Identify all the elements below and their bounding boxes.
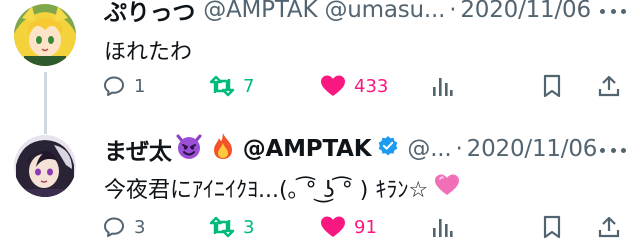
reply-icon	[104, 217, 124, 237]
handle[interactable]: @AMPTAK @umasu...	[203, 0, 445, 23]
share-button[interactable]	[598, 212, 620, 240]
reply-button[interactable]: 3	[102, 212, 145, 240]
pink-heart-emoji-icon	[434, 173, 460, 203]
views-button[interactable]	[431, 71, 453, 101]
reply-icon	[104, 76, 124, 96]
fire-emoji-icon	[211, 132, 235, 166]
heart-filled-icon	[321, 75, 345, 96]
tweet[interactable]: まぜ太 @AMPTAK @... · 2020/11/06 今夜君にｱｲﾆｲｸﾖ…	[0, 126, 640, 240]
separator: ·	[455, 136, 463, 162]
tweet-header: まぜ太 @AMPTAK @... · 2020/11/06	[104, 132, 597, 166]
views-icon	[433, 78, 453, 96]
bookmark-button[interactable]	[542, 71, 562, 101]
like-count: 91	[354, 216, 377, 238]
devil-emoji-icon	[175, 132, 203, 166]
tweet-header: ぷりっつ @AMPTAK @umasu... · 2020/11/06	[104, 0, 591, 27]
thread-line	[44, 72, 47, 134]
timestamp[interactable]: 2020/11/06	[460, 0, 591, 23]
heart-filled-icon	[321, 216, 345, 237]
tweet-text: 今夜君にｱｲﾆｲｸﾖ...(｡ ͡° ͜ʖ ͡° ) ｷﾗﾝ☆	[104, 178, 429, 203]
bookmark-icon	[543, 215, 561, 239]
more-options-icon[interactable]	[600, 148, 626, 154]
reply-count: 3	[134, 216, 146, 238]
verified-badge-icon	[377, 135, 399, 163]
views-button[interactable]	[431, 212, 453, 240]
separator: ·	[449, 0, 457, 23]
share-icon	[598, 216, 620, 238]
reply-count: 1	[134, 75, 146, 97]
tweet-text-container: 今夜君にｱｲﾆｲｸﾖ...(｡ ͡° ͜ʖ ͡° ) ｷﾗﾝ☆	[104, 172, 460, 204]
share-icon	[598, 75, 620, 97]
timestamp[interactable]: 2020/11/06	[467, 136, 598, 162]
action-bar: 3 3 91	[98, 212, 628, 240]
retweet-count: 3	[243, 216, 255, 238]
more-options-icon[interactable]	[600, 9, 626, 15]
action-bar: 1 7 433	[98, 71, 628, 101]
handle-secondary[interactable]: @...	[407, 136, 451, 162]
dark-haired-character-avatar-icon	[14, 135, 76, 197]
views-icon	[433, 219, 453, 237]
avatar[interactable]	[14, 4, 76, 66]
bookmark-icon	[543, 74, 561, 98]
handle[interactable]: @AMPTAK	[243, 136, 372, 162]
retweet-button[interactable]: 3	[209, 212, 254, 240]
share-button[interactable]	[598, 71, 620, 101]
display-name[interactable]: まぜ太	[104, 132, 172, 166]
blonde-character-avatar-icon	[14, 4, 76, 66]
retweet-button[interactable]: 7	[209, 71, 254, 101]
like-button[interactable]: 433	[320, 71, 388, 101]
retweet-icon	[209, 75, 235, 97]
retweet-icon	[209, 216, 235, 238]
tweet-text: ほれたわ	[104, 40, 193, 65]
retweet-count: 7	[243, 75, 255, 97]
display-name[interactable]: ぷりっつ	[104, 0, 195, 27]
like-count: 433	[354, 75, 389, 97]
avatar[interactable]	[14, 135, 76, 197]
bookmark-button[interactable]	[542, 212, 562, 240]
tweet[interactable]: ぷりっつ @AMPTAK @umasu... · 2020/11/06 ほれたわ…	[0, 0, 640, 134]
like-button[interactable]: 91	[320, 212, 377, 240]
reply-button[interactable]: 1	[102, 71, 145, 101]
